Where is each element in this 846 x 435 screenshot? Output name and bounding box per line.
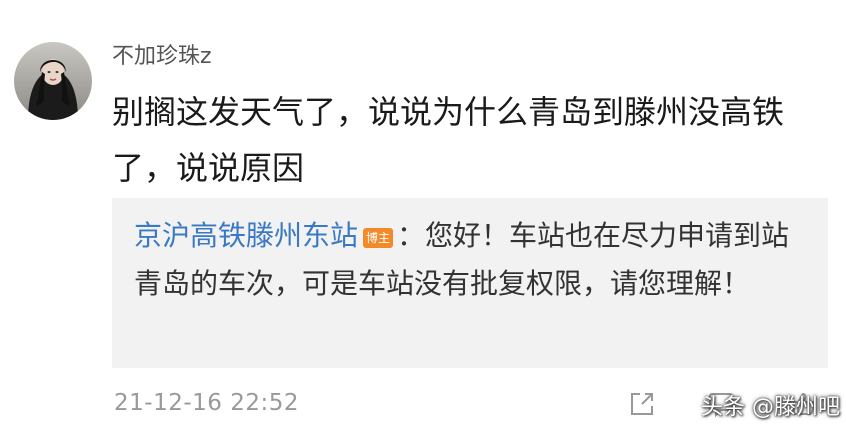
user-avatar[interactable] (14, 42, 92, 120)
reply-box: 京沪高铁滕州东站 博主 ：您好！车站也在尽力申请到站青岛的车次，可是车站没有批复权限… (112, 198, 828, 368)
share-icon[interactable] (628, 390, 656, 418)
watermark: 头条 @滕州吧 (701, 395, 840, 420)
reply-content: 京沪高铁滕州东站 博主 ：您好！车站也在尽力申请到站青岛的车次，可是车站没有批复权限… (134, 212, 806, 308)
timestamp: 21-12-16 22:52 (114, 390, 299, 416)
reply-author-link[interactable]: 京沪高铁滕州东站 (134, 219, 358, 252)
blogger-badge: 博主 (363, 228, 394, 248)
comment-text: 别搁这发天气了，说说为什么青岛到滕州没高铁了，说说原因 (112, 93, 785, 187)
comment-card: 不加珍珠z 别搁这发天气了，说说为什么青岛到滕州没高铁了，说说原因 京沪高铁滕州… (0, 0, 846, 435)
username[interactable]: 不加珍珠z (112, 44, 212, 70)
avatar-portrait-icon (14, 42, 92, 120)
